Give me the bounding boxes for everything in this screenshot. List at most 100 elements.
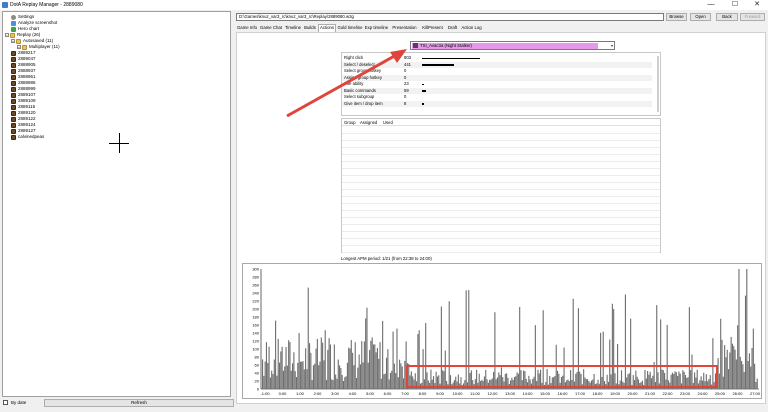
apm-bar [756, 378, 758, 389]
x-tick-label: -1:00 [260, 391, 270, 396]
apm-bar [297, 362, 299, 389]
player-select[interactable]: TSI_Avac3a (Night Stalker) ▾ [410, 41, 615, 50]
tab-draft[interactable]: Draft [446, 24, 459, 32]
group-grid-line [342, 133, 660, 134]
apm-bar [353, 365, 355, 389]
minimize-button[interactable]: — [700, 0, 722, 10]
x-tick-label: 27:00 [750, 391, 761, 396]
tree-expander-icon[interactable]: + [11, 39, 15, 43]
replay-icon [11, 92, 16, 98]
apm-bar [750, 366, 752, 389]
apm-bar [365, 318, 367, 389]
actions-scrollbar[interactable] [657, 56, 659, 112]
group-grid-line [342, 140, 660, 141]
apm-bar [312, 365, 315, 389]
apm-bar [298, 333, 300, 389]
tab-builds[interactable]: Builds [303, 24, 317, 32]
apm-bar [395, 373, 397, 389]
tab-game-info[interactable]: Game Info [236, 24, 258, 32]
x-tick-label: 7:00 [401, 391, 410, 396]
apm-bar [386, 357, 388, 389]
apm-bar [308, 343, 311, 389]
apm-bar [264, 361, 266, 389]
apm-bar [747, 360, 749, 389]
player-select-value: TSI_Avac3a (Night Stalker) [412, 43, 598, 49]
apm-bar [265, 342, 268, 389]
tree-item-label: calvinedpeas [18, 134, 45, 139]
apm-bar [263, 375, 265, 389]
apm-bar [333, 344, 335, 389]
group-grid-line [342, 182, 660, 183]
apm-bar [731, 343, 734, 389]
apm-bar [362, 362, 364, 389]
apm-bar [268, 346, 270, 389]
group-grid-line [342, 154, 660, 155]
used-column-header[interactable]: Used [383, 119, 393, 126]
tree-expander-icon[interactable]: − [5, 33, 9, 37]
apm-bar [294, 371, 296, 389]
apm-bar [350, 340, 352, 389]
tree-item[interactable]: calvinedpeas [11, 134, 44, 140]
tree-expander-icon[interactable]: + [17, 45, 21, 49]
apm-bar [272, 374, 274, 389]
apm-bar [292, 363, 294, 389]
folder-icon [10, 32, 15, 38]
assigned-column-header[interactable]: Assigned [360, 119, 377, 126]
replay-icon [11, 50, 16, 56]
mouse-cursor-crosshair-h [109, 143, 129, 144]
apm-bar [400, 363, 402, 389]
chevron-down-icon[interactable]: ▾ [611, 43, 613, 49]
close-button[interactable]: ✕ [746, 0, 768, 10]
apm-bar [339, 365, 341, 389]
tab-killpresent[interactable]: KillPresent [420, 24, 445, 32]
tab-actions[interactable]: Actions [318, 24, 336, 32]
x-tick-label: 3:00 [331, 391, 340, 396]
replay-tree[interactable]: Settings Analyze screenshot Hero chart − Rep… [2, 11, 231, 397]
group-grid-line [342, 147, 660, 148]
replay-icon [11, 80, 16, 86]
tab-presentation[interactable]: Presentation [390, 24, 419, 32]
action-bar [422, 103, 424, 105]
apm-bar [375, 352, 377, 389]
replay-path-input[interactable]: D:\Games\knuz_var3_rc\knuz_var3_rc\Repla… [236, 13, 664, 21]
group-grid-line [342, 196, 660, 197]
y-tick-label: 20 [255, 379, 260, 384]
apm-bar [730, 336, 732, 389]
apm-bar [718, 373, 720, 389]
back-button[interactable]: Back [716, 13, 738, 21]
apm-bar [370, 340, 372, 389]
x-tick-label: 11:00 [470, 391, 480, 396]
apm-bar [341, 374, 343, 389]
apm-bar [751, 347, 753, 389]
apm-bar [329, 344, 331, 389]
tab-gold-timeline[interactable]: Gold timeline [337, 24, 363, 32]
browse-button[interactable]: Browse [666, 13, 687, 21]
actions-table: Right click 803 Select / deselect 441 Select… [341, 52, 661, 116]
y-tick-label: 180 [252, 315, 259, 320]
group-column-header[interactable]: Group [344, 119, 356, 126]
action-value: 8 [404, 100, 407, 106]
y-tick-label: 80 [255, 355, 260, 360]
app-icon [2, 2, 8, 8]
apm-bar [316, 338, 318, 389]
apm-bar [337, 359, 339, 389]
maximize-button[interactable]: ☐ [724, 0, 746, 10]
apm-bar [754, 363, 756, 389]
by-date-checkbox[interactable] [3, 400, 8, 405]
tab-timeline[interactable]: Timeline [284, 24, 302, 32]
tab-action-log[interactable]: Action Log [460, 24, 483, 32]
open-button[interactable]: Open [690, 13, 711, 21]
apm-bar [738, 269, 740, 389]
apm-bar [314, 363, 316, 389]
forward-button[interactable]: Forward [740, 13, 765, 21]
apm-bar [323, 360, 325, 389]
refresh-button[interactable]: Refresh [44, 399, 234, 407]
apm-bar [336, 378, 338, 389]
apm-bar [720, 318, 722, 389]
apm-bar [280, 351, 282, 389]
tab-game-chat[interactable]: Game Chat [259, 24, 283, 32]
apm-bar [726, 349, 728, 389]
replay-icon [11, 128, 16, 134]
tab-exp-timeline[interactable]: Exp timeline [364, 24, 389, 32]
apm-bar [311, 379, 313, 389]
